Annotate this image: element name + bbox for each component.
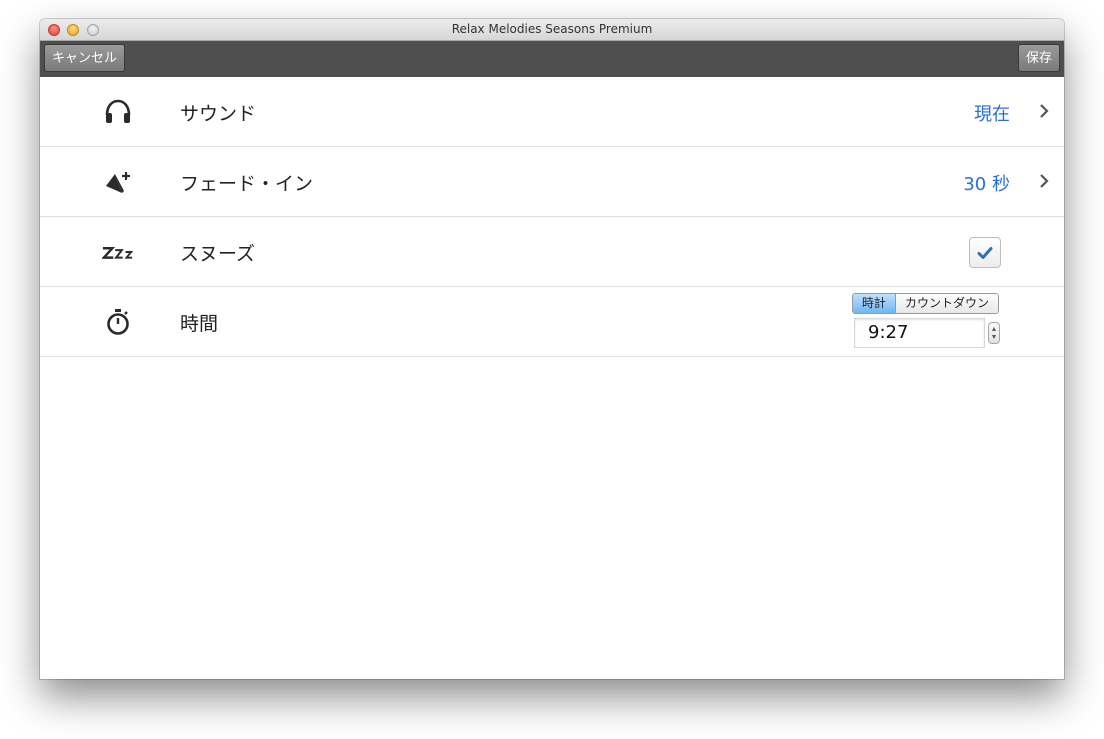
headphones-icon xyxy=(102,97,134,127)
fade-in-row[interactable]: フェード・イン 30 秒 xyxy=(40,147,1064,217)
cancel-button[interactable]: キャンセル xyxy=(44,44,126,72)
snooze-checkbox[interactable] xyxy=(969,237,1001,268)
sound-row[interactable]: サウンド 現在 xyxy=(40,77,1064,147)
volume-up-icon xyxy=(102,167,134,197)
time-input[interactable]: 9:27 xyxy=(854,318,985,348)
chevron-right-icon xyxy=(1036,102,1052,120)
fade-in-label: フェード・イン xyxy=(180,173,314,195)
window-title: Relax Melodies Seasons Premium xyxy=(451,22,653,36)
zzz-icon xyxy=(102,237,134,267)
clock-mode-segment[interactable]: 時計 xyxy=(853,294,896,313)
sound-label: サウンド xyxy=(180,103,257,125)
time-row: 時間 時計 カウントダウン 9:27 xyxy=(40,287,1064,357)
toolbar: キャンセル 保存 xyxy=(40,41,1064,77)
stepper-down-icon[interactable] xyxy=(992,335,996,339)
checkmark-icon xyxy=(977,246,993,259)
app-window: Relax Melodies Seasons Premium キャンセル 保存 … xyxy=(40,19,1064,679)
time-label: 時間 xyxy=(180,313,219,335)
title-bar: Relax Melodies Seasons Premium xyxy=(40,19,1064,41)
chevron-right-icon xyxy=(1036,172,1052,190)
snooze-row: スヌーズ xyxy=(40,217,1064,287)
settings-list: サウンド 現在 フェード・イン 30 秒 スヌーズ 時間 時計 カウントダウン … xyxy=(40,77,1064,357)
time-stepper[interactable] xyxy=(988,322,1000,344)
fade-in-value: 30 秒 xyxy=(963,174,1010,195)
snooze-label: スヌーズ xyxy=(180,243,256,265)
time-mode-segmented-control: 時計 カウントダウン xyxy=(852,293,1000,314)
save-button[interactable]: 保存 xyxy=(1017,44,1060,72)
sound-value: 現在 xyxy=(974,104,1010,125)
stopwatch-icon xyxy=(102,307,134,337)
stepper-up-icon[interactable] xyxy=(992,327,996,331)
countdown-mode-segment[interactable]: カウントダウン xyxy=(895,294,999,313)
